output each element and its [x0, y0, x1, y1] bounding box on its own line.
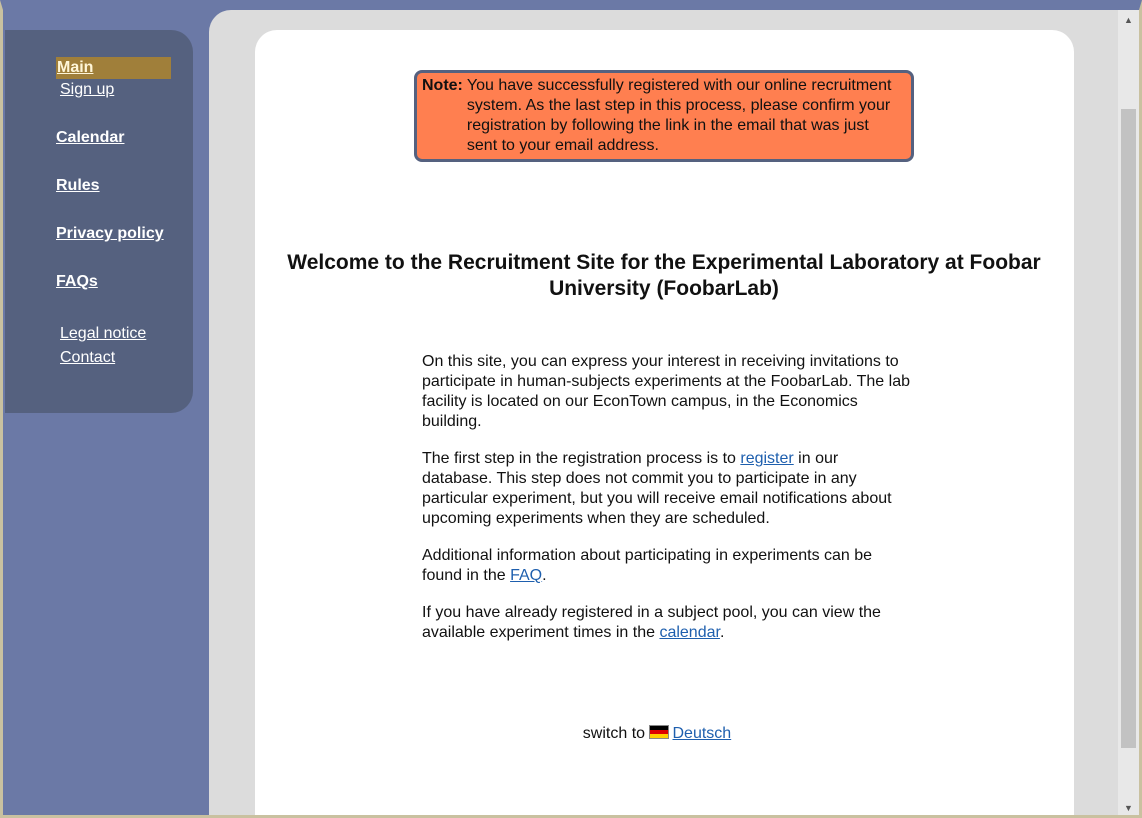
sidebar-item-contact[interactable]: Contact [60, 349, 115, 367]
register-link[interactable]: register [740, 450, 793, 467]
faq-text-after: . [542, 567, 547, 584]
sidebar-nav: Main Sign up Calendar Rules Privacy poli… [5, 30, 193, 413]
sidebar-item-rules[interactable]: Rules [56, 177, 100, 195]
faq-paragraph: Additional information about participati… [422, 546, 912, 586]
note-label: Note: [422, 77, 463, 94]
registration-note: Note: You have successfully registered w… [414, 70, 914, 162]
calendar-text-before: If you have already registered in a subj… [422, 604, 881, 641]
page-title: Welcome to the Recruitment Site for the … [287, 251, 1041, 300]
calendar-link[interactable]: calendar [659, 624, 720, 641]
scroll-thumb[interactable] [1121, 109, 1136, 748]
sidebar-item-faqs[interactable]: FAQs [56, 273, 98, 291]
language-switch-prefix: switch to [582, 725, 650, 742]
sidebar-item-calendar[interactable]: Calendar [56, 129, 124, 147]
vertical-scrollbar[interactable]: ▲ ▼ [1118, 10, 1139, 815]
sidebar-item-main[interactable]: Main [56, 57, 171, 79]
sidebar-item-sign-up[interactable]: Sign up [60, 81, 114, 99]
intro-paragraph: On this site, you can express your inter… [422, 353, 910, 430]
scroll-down-icon[interactable]: ▼ [1118, 798, 1139, 815]
left-column: Main Sign up Calendar Rules Privacy poli… [3, 10, 209, 815]
content-panel: Note: You have successfully registered w… [255, 30, 1074, 815]
german-flag-icon [649, 725, 670, 739]
browser-window: Main Sign up Calendar Rules Privacy poli… [0, 0, 1142, 818]
calendar-text-after: . [719, 624, 725, 641]
main-area: Note: You have successfully registered w… [209, 10, 1119, 815]
language-switch: switch to Deutsch [255, 725, 1059, 743]
faq-text-before: Additional information about participati… [422, 547, 873, 584]
intro-text: On this site, you can express your inter… [422, 352, 912, 660]
register-paragraph: The first step in the registration proce… [422, 449, 912, 529]
calendar-paragraph: If you have already registered in a subj… [422, 603, 912, 643]
sidebar-item-privacy-policy[interactable]: Privacy policy [56, 225, 164, 243]
scroll-up-icon[interactable]: ▲ [1118, 10, 1139, 30]
deutsch-link[interactable]: Deutsch [672, 725, 731, 742]
register-text-before: The first step in the registration proce… [422, 450, 741, 467]
note-text: You have successfully registered with ou… [466, 77, 892, 154]
sidebar-item-legal-notice[interactable]: Legal notice [60, 325, 146, 343]
faq-link[interactable]: FAQ [510, 567, 542, 584]
